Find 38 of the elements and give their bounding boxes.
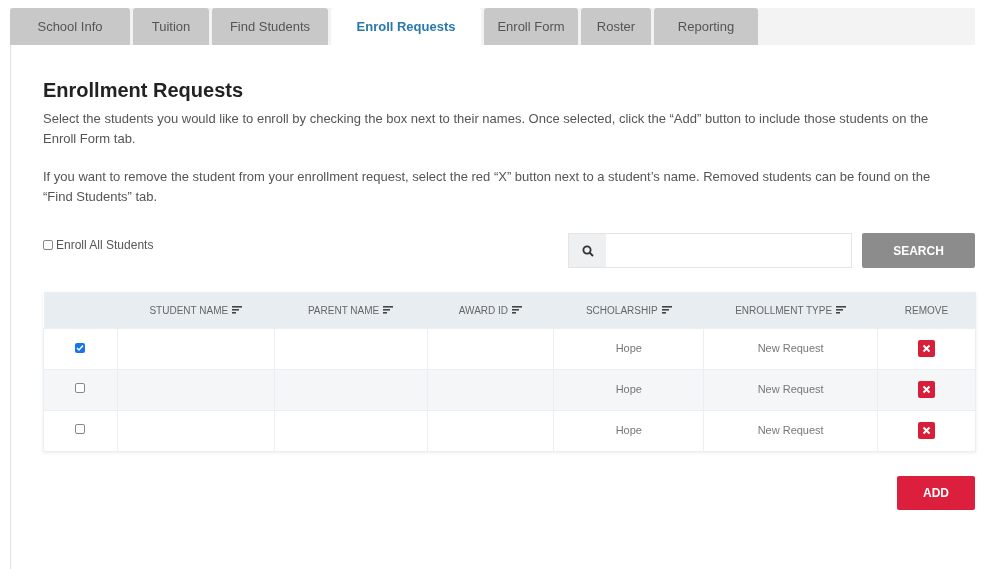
search-icon	[581, 244, 594, 257]
instruction-text: If you want to remove the student from your enrollment request, select the red “X” button next to a student’s name. Removed students can be found on the “Find Students” tab.	[43, 168, 932, 206]
sort-icon	[661, 306, 672, 314]
tab[interactable]: Roster	[581, 8, 651, 45]
column-header[interactable]: STUDENT NAME	[149, 302, 243, 318]
sort-icon	[836, 306, 847, 314]
table-cell: Hope	[615, 342, 642, 355]
tab[interactable]: Tuition	[133, 8, 209, 45]
remove-icon[interactable]	[918, 422, 936, 440]
checkbox[interactable]	[75, 424, 86, 435]
page-heading: Enrollment Requests	[43, 78, 245, 103]
column-header[interactable]: AWARD ID	[458, 302, 523, 318]
table-cell: New Request	[757, 424, 824, 437]
column-header[interactable]: ENROLLMENT TYPE	[735, 302, 847, 318]
sort-icon	[383, 306, 394, 314]
sort-icon	[232, 306, 243, 314]
sort-icon	[512, 306, 523, 314]
tab[interactable]: School Info	[10, 8, 130, 45]
remove-icon[interactable]	[918, 381, 936, 399]
search-field[interactable]	[568, 233, 852, 268]
add-button[interactable]: ADD	[897, 475, 975, 510]
tab[interactable]: Enroll Form	[484, 8, 578, 45]
remove-icon[interactable]	[918, 340, 936, 358]
tab[interactable]: Reporting	[654, 8, 758, 45]
enroll-all-checkbox[interactable]: Enroll All Students	[43, 236, 154, 254]
search-button[interactable]: SEARCH	[862, 233, 975, 268]
table-cell: Hope	[615, 383, 642, 396]
column-header[interactable]: REMOVE	[904, 302, 949, 318]
table-cell: New Request	[757, 342, 824, 355]
table-cell: Hope	[615, 424, 642, 437]
tab[interactable]: Enroll Requests	[331, 8, 481, 45]
column-header[interactable]: SCHOLARSHIP	[585, 302, 672, 318]
checkbox[interactable]	[75, 343, 86, 354]
tab[interactable]: Find Students	[212, 8, 328, 45]
column-header[interactable]: PARENT NAME	[307, 302, 394, 318]
checkbox[interactable]	[75, 383, 86, 394]
table-cell: New Request	[757, 383, 824, 396]
instruction-text: Select the students you would like to enroll by checking the box next to their names. Once selected, click the “Add” button to include those students on the Enroll Form tab.	[43, 110, 930, 148]
